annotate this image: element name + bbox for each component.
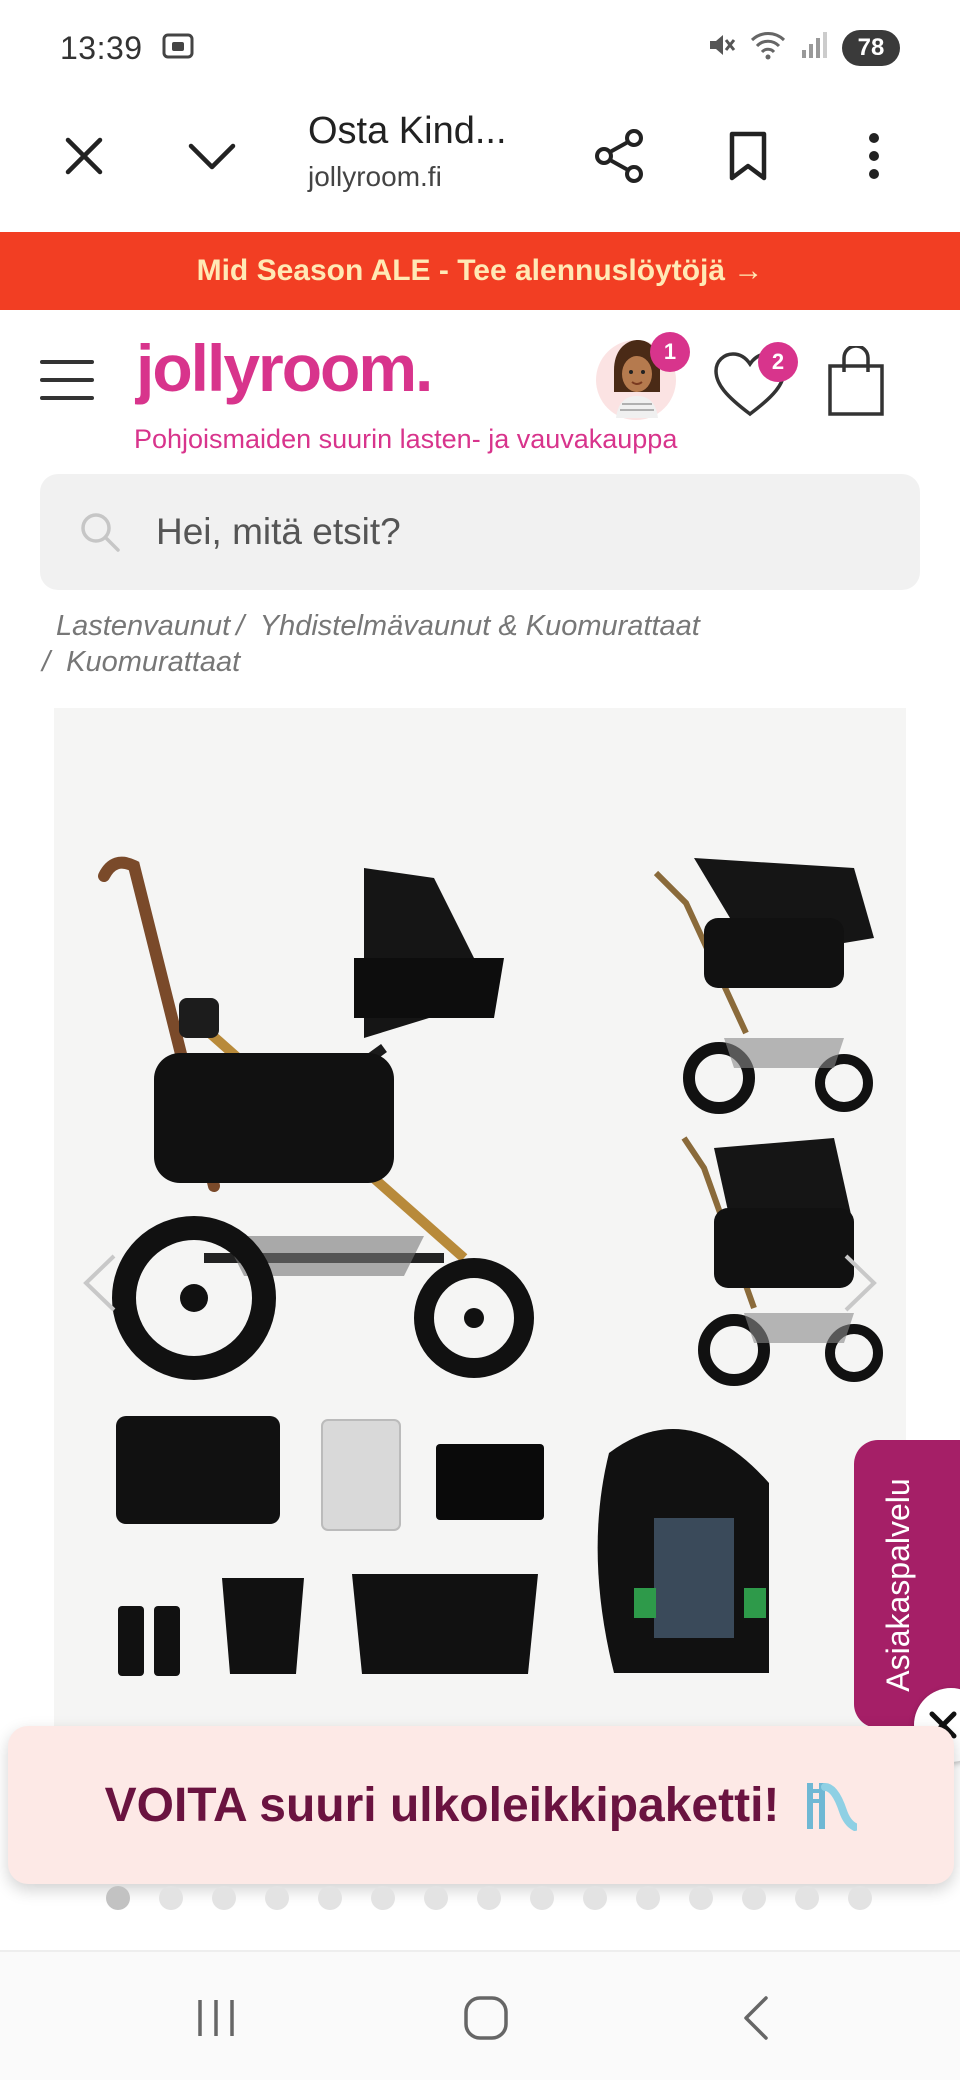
home-icon[interactable]: [456, 1988, 516, 2048]
search-bar[interactable]: [40, 474, 920, 590]
accessories: [116, 1416, 769, 1676]
pagination-dot[interactable]: [795, 1886, 819, 1910]
menu-icon[interactable]: [40, 360, 94, 400]
breadcrumb-item[interactable]: Lastenvaunut: [56, 610, 230, 642]
wishlist-icon[interactable]: 2: [712, 342, 798, 418]
pagination-dot[interactable]: [318, 1886, 342, 1910]
breadcrumb-separator: /: [236, 610, 245, 642]
tab-title: Osta Kind...: [308, 110, 507, 152]
tab-info[interactable]: Osta Kind... jollyroom.fi: [308, 110, 507, 193]
tab-url: jollyroom.fi: [308, 161, 442, 192]
pagination-dot[interactable]: [159, 1886, 183, 1910]
breadcrumb: Lastenvaunut / Yhdistelmävaunut & Kuomura…: [42, 608, 936, 680]
system-nav-bar: [0, 1952, 960, 2080]
pagination-dot[interactable]: [477, 1886, 501, 1910]
pagination-dot[interactable]: [371, 1886, 395, 1910]
status-bar: 13:39 78: [0, 0, 960, 96]
campaign-banner[interactable]: VOITA suuri ulkoleikkipaketti!: [8, 1726, 954, 1884]
pagination-dot[interactable]: [583, 1886, 607, 1910]
pagination-dot[interactable]: [265, 1886, 289, 1910]
pagination-dot[interactable]: [530, 1886, 554, 1910]
search-input[interactable]: [156, 474, 856, 590]
site-logo[interactable]: jollyroom.: [136, 330, 433, 406]
campaign-text: VOITA suuri ulkoleikkipaketti!: [104, 1778, 780, 1832]
pagination-dot[interactable]: [848, 1886, 872, 1910]
mute-icon: [706, 30, 736, 67]
customer-service-label[interactable]: Asiakaspalvelu: [880, 1450, 917, 1720]
gallery-next-arrow[interactable]: [836, 1248, 886, 1318]
status-time: 13:39: [60, 29, 143, 66]
cart-icon[interactable]: [826, 344, 886, 418]
breadcrumb-item[interactable]: Yhdistelmävaunut & Kuomurattaat: [260, 610, 700, 642]
browser-toolbar: Osta Kind... jollyroom.fi: [0, 96, 960, 232]
pagination-dot[interactable]: [742, 1886, 766, 1910]
breadcrumb-separator: /: [42, 646, 51, 678]
chevron-down-icon[interactable]: [172, 116, 252, 196]
back-icon[interactable]: [726, 1988, 786, 2048]
pagination-dot[interactable]: [106, 1886, 130, 1910]
product-image: [98, 856, 883, 1676]
more-vert-icon[interactable]: [834, 116, 914, 196]
account-avatar[interactable]: 1: [596, 330, 690, 420]
pagination-dot[interactable]: [212, 1886, 236, 1910]
stroller-thumb-1: [653, 858, 874, 1114]
bookmark-icon[interactable]: [708, 116, 788, 196]
site-tagline: Pohjoismaiden suurin lasten- ja vauvakau…: [134, 424, 678, 454]
pagination-dot[interactable]: [636, 1886, 660, 1910]
wifi-icon: [750, 30, 786, 67]
product-image-gallery[interactable]: [54, 708, 906, 1728]
recents-icon[interactable]: [186, 1988, 246, 2048]
slide-icon: [797, 1773, 860, 1838]
pagination-dot[interactable]: [689, 1886, 713, 1910]
promo-banner[interactable]: Mid Season ALE - Tee alennuslöytöjä →: [0, 232, 960, 310]
stroller-main-illustration: [98, 856, 534, 1380]
promo-text: Mid Season ALE - Tee alennuslöytöjä →: [196, 254, 764, 287]
pagination-dot[interactable]: [424, 1886, 448, 1910]
breadcrumb-item[interactable]: Kuomurattaat: [66, 646, 240, 678]
avatar-badge: 1: [650, 332, 690, 372]
share-icon[interactable]: [580, 116, 660, 196]
signal-icon: [800, 30, 828, 67]
site-header: jollyroom. Pohjoismaiden suurin lasten- …: [0, 310, 960, 460]
close-icon[interactable]: [44, 116, 124, 196]
battery-indicator: 78: [842, 30, 900, 66]
screenshot-icon: [161, 31, 195, 66]
wishlist-badge: 2: [758, 342, 798, 382]
gallery-prev-arrow[interactable]: [74, 1248, 124, 1318]
gallery-pagination: [106, 1886, 872, 1910]
search-icon: [76, 508, 124, 556]
